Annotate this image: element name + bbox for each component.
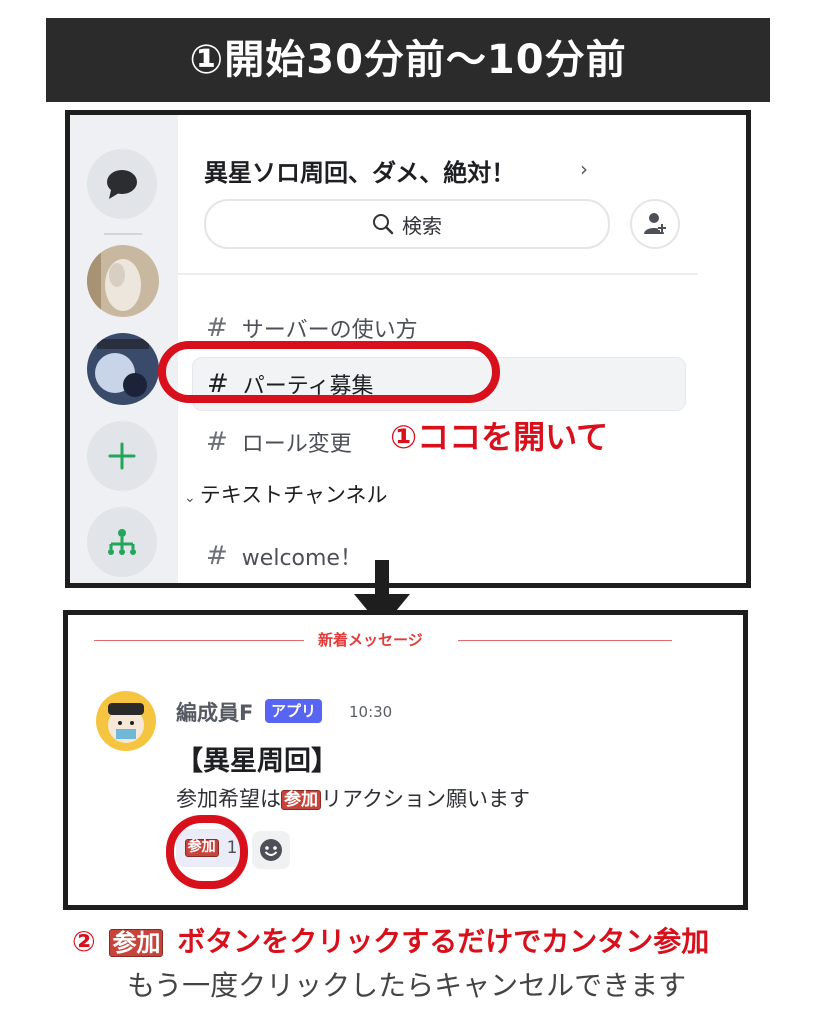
hash-icon: #	[206, 541, 228, 571]
avatar[interactable]	[96, 691, 156, 751]
direct-messages-button[interactable]	[87, 149, 157, 219]
smiley-icon	[260, 839, 282, 861]
author-name[interactable]: 編成員F	[176, 697, 253, 727]
channel-label: サーバーの使い方	[241, 318, 418, 343]
hierarchy-icon	[108, 529, 136, 555]
message-timestamp: 10:30	[349, 703, 393, 721]
server-icon-2[interactable]	[87, 333, 159, 405]
server-avatar-image	[87, 245, 159, 317]
annotation-step-1: ①ココを開いて	[390, 418, 609, 456]
panel-divider	[178, 273, 698, 275]
search-label: 検索	[402, 213, 442, 238]
server-icon-1[interactable]	[87, 245, 159, 317]
message-title: 【異星周回】	[176, 746, 338, 777]
message-text: リアクション願います	[321, 787, 530, 811]
caption-cancel-note: もう一度クリックしたらキャンセルできます	[127, 969, 687, 1002]
hash-icon: #	[206, 313, 228, 343]
discover-button[interactable]	[87, 507, 157, 577]
server-avatar-image	[87, 333, 159, 405]
caption-text: ボタンをクリックするだけでカンタン参加	[177, 925, 710, 958]
chat-bubble-icon	[107, 170, 137, 199]
avatar-image	[96, 691, 156, 751]
step-number: ②	[72, 925, 96, 958]
highlight-circle	[158, 341, 500, 403]
invite-button[interactable]	[630, 199, 680, 249]
divider	[94, 640, 304, 641]
channel-label: ロール変更	[241, 432, 352, 457]
highlight-circle	[166, 815, 248, 889]
add-member-icon	[644, 213, 666, 234]
category-label: テキストチャンネル	[199, 483, 388, 507]
annotation-step-2: ② 参加 ボタンをクリックするだけでカンタン参加	[72, 920, 709, 960]
channel-label: welcome！	[241, 546, 362, 571]
message-body: 参加希望は 参加 リアクション願います	[176, 783, 530, 813]
channel-item[interactable]: # welcome！	[192, 529, 686, 583]
search-input[interactable]: 検索	[204, 199, 610, 249]
chevron-right-icon[interactable]: ›	[580, 157, 588, 181]
hash-icon: #	[206, 427, 228, 457]
app-badge: アプリ	[265, 699, 323, 723]
sanka-emoji-icon: 参加	[281, 789, 321, 811]
sanka-emoji-icon: 参加	[109, 928, 164, 958]
new-messages-label: 新着メッセージ	[318, 631, 423, 649]
caret-down-icon: ⌄	[184, 490, 196, 506]
add-reaction-button[interactable]	[252, 831, 290, 869]
message-text: 参加希望は	[176, 787, 281, 811]
rail-divider	[104, 233, 142, 235]
plus-icon	[108, 442, 136, 470]
server-rail	[70, 115, 178, 583]
add-server-button[interactable]	[87, 421, 157, 491]
message-screenshot: 新着メッセージ 編成員F アプリ 10:30 【異星周回】 参加希望は 参加 リアク…	[63, 610, 748, 910]
divider	[458, 640, 672, 641]
server-name[interactable]: 異星ソロ周回、ダメ、絶対！	[204, 153, 515, 188]
page-title-banner: ①開始30分前〜10分前	[46, 18, 770, 102]
category-header[interactable]: ⌄ テキストチャンネル	[184, 479, 387, 509]
search-icon	[373, 214, 394, 235]
